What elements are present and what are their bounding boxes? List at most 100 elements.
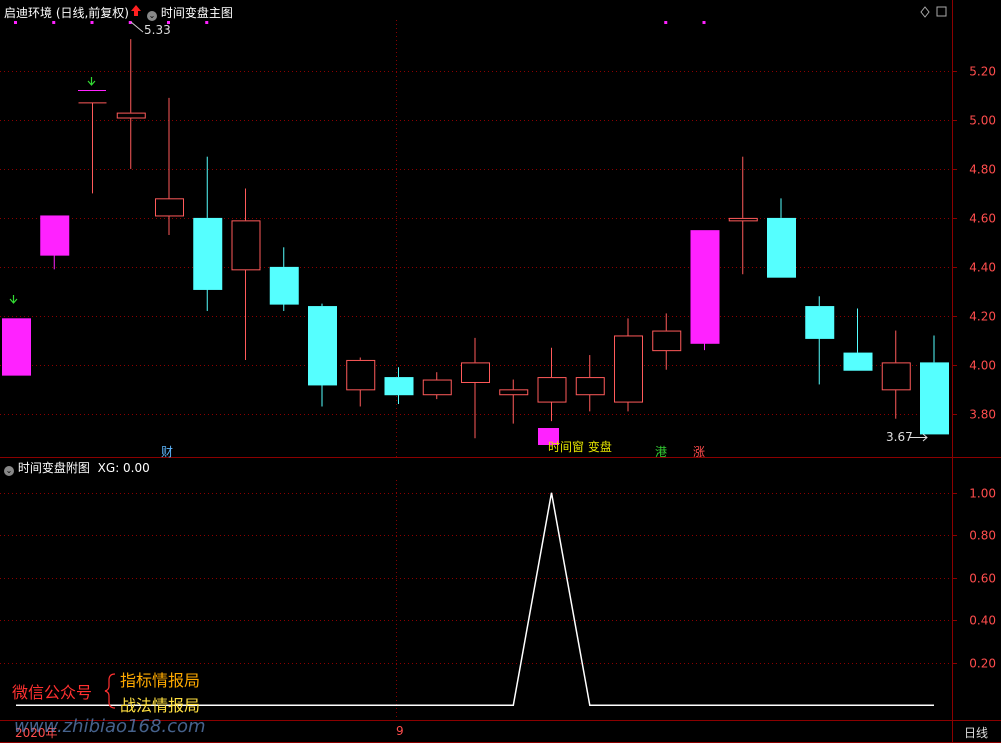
- candle: [843, 308, 873, 371]
- candle-body: [614, 335, 643, 403]
- signal-dot: [14, 21, 17, 24]
- price-tick-label: 4.80: [969, 163, 996, 177]
- price-tick-label: 5.20: [969, 65, 996, 79]
- watermark-item-2: 战法情报局: [120, 696, 201, 715]
- signal-dot: [90, 21, 94, 24]
- candle: [40, 215, 70, 270]
- candle-body: [269, 266, 299, 305]
- candle: [575, 355, 605, 412]
- period-button[interactable]: 日线: [964, 724, 988, 741]
- candle-body: [767, 217, 796, 278]
- candle: [461, 337, 490, 439]
- price-tick-label: 4.00: [969, 359, 996, 373]
- chevron-down-icon: ⌄: [147, 11, 157, 21]
- xg-value: XG: 0.00: [97, 461, 150, 475]
- main-indicator-name: 时间变盘主图: [160, 6, 233, 20]
- candle-body: [2, 318, 31, 376]
- sub-indicator-header[interactable]: ⌄ 时间变盘附图 XG: 0.00: [4, 459, 150, 476]
- candle: [767, 198, 796, 278]
- price-axis: 3.80 4.00 4.20 4.40 4.60 4.80 5.00 5.20: [952, 65, 996, 422]
- watermark-brace: [104, 673, 116, 709]
- signal-dots: [14, 21, 706, 24]
- candle: [231, 188, 261, 360]
- candle-body: [40, 215, 70, 256]
- candle: [881, 330, 911, 419]
- candle: [193, 156, 223, 311]
- indicator-tick-label: 0.60: [969, 572, 996, 586]
- marker-finance: 财: [161, 445, 174, 459]
- price-tick-label: 4.40: [969, 261, 996, 275]
- price-tick-label: 5.00: [969, 114, 996, 128]
- chart-frame: [0, 0, 1001, 743]
- candle-body: [920, 362, 949, 435]
- indicator-tick-label: 0.40: [969, 614, 996, 628]
- high-label-pointer: [130, 21, 144, 33]
- watermark-wechat: 微信公众号: [12, 683, 93, 702]
- candle-body: [881, 362, 911, 391]
- marker-time-window: 时间窗 变盘: [548, 440, 612, 454]
- stock-title: 启迪环境 (日线,前复权): [4, 6, 129, 20]
- candle: [116, 39, 146, 169]
- candle-body: [193, 217, 223, 290]
- watermark-item-1: 指标情报局: [120, 671, 201, 690]
- candle: [78, 102, 107, 194]
- candle: [805, 296, 835, 385]
- candle: [384, 367, 414, 405]
- chart-canvas: 3.80 4.00 4.20 4.40 4.60 4.80 5.00 5.20 0.20 0.4…: [0, 0, 1001, 743]
- candle-body: [155, 198, 184, 217]
- up-arrow-icon: [131, 5, 141, 16]
- candle: [537, 347, 567, 422]
- candle: [2, 318, 31, 376]
- candle: [499, 379, 529, 424]
- signal-dot: [205, 21, 209, 24]
- candle: [920, 335, 949, 435]
- candle-body: [231, 220, 261, 271]
- candle: [346, 357, 376, 407]
- price-tick-label: 4.60: [969, 212, 996, 226]
- candle-body: [843, 352, 873, 371]
- candle-body: [652, 330, 682, 352]
- candle: [422, 372, 452, 400]
- indicator-tick-label: 0.20: [969, 657, 996, 671]
- signal-dot: [52, 21, 56, 24]
- sub-indicator-name: 时间变盘附图: [17, 461, 90, 475]
- square-icon[interactable]: [936, 6, 947, 17]
- signal-dot: [702, 21, 706, 24]
- candle-body: [116, 112, 146, 119]
- sub-grid: [0, 493, 952, 664]
- candle-body: [728, 217, 758, 222]
- candle: [269, 247, 299, 311]
- candle-body: [690, 230, 720, 344]
- indicator-tick-label: 0.80: [969, 529, 996, 543]
- candle-body: [346, 359, 376, 391]
- candle: [652, 313, 682, 370]
- candle-body: [805, 306, 835, 339]
- diamond-icon[interactable]: [920, 6, 930, 18]
- candle: [155, 97, 184, 236]
- candle-body: [384, 377, 414, 396]
- candle-body: [308, 306, 337, 386]
- candle: [728, 156, 758, 275]
- price-tick-label: 4.20: [969, 310, 996, 324]
- candle-body: [575, 377, 605, 396]
- marker-limit-up: 涨: [693, 445, 706, 459]
- candle-body: [537, 377, 567, 403]
- candle: [690, 230, 720, 351]
- watermark-url: www.zhibiao168.com: [14, 716, 206, 737]
- candle-body: [499, 389, 529, 396]
- chevron-down-icon: ⌄: [4, 466, 14, 476]
- indicator-tick-label: 1.00: [969, 487, 996, 501]
- candle-body: [461, 362, 490, 383]
- candlestick-series: [2, 39, 949, 439]
- high-price-label: 5.33: [144, 23, 171, 37]
- candle: [308, 303, 337, 407]
- month-label: 9: [396, 724, 404, 738]
- marker-hk: 港: [655, 445, 668, 459]
- candle-body: [422, 379, 452, 396]
- down-arrow-icon: [9, 77, 96, 304]
- indicator-axis: 0.20 0.40 0.60 0.80 1.00: [952, 487, 996, 671]
- price-tick-label: 3.80: [969, 408, 996, 422]
- signal-dot: [664, 21, 668, 24]
- low-price-label: 3.67: [886, 430, 913, 444]
- indicator-dropdown[interactable]: ⌄ 时间变盘主图: [147, 4, 233, 21]
